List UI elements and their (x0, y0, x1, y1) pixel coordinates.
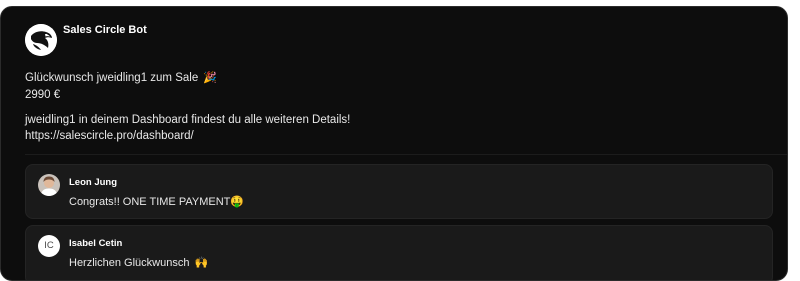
reply-author[interactable]: Isabel Cetin (69, 238, 122, 249)
reply-author[interactable]: Leon Jung (69, 177, 117, 188)
reply-message: Herzlichen Glückwunsch (69, 257, 190, 269)
reply-text: Congrats!! ONE TIME PAYMENT🤑 (69, 195, 244, 208)
message-line-dashboard: jweidling1 in deinem Dashboard findest d… (25, 114, 351, 126)
money-mouth-emoji-icon: 🤑 (230, 196, 245, 208)
divider (25, 154, 787, 155)
sale-amount: 2990 € (25, 89, 61, 101)
message-line-congrats: Glückwunsch jweidling1 zum Sale 🎉 (25, 70, 217, 86)
avatar[interactable] (38, 174, 60, 196)
raised-hands-emoji-icon: 🙌 (194, 257, 209, 269)
reply-text: Herzlichen Glückwunsch 🙌 (69, 256, 208, 269)
eagle-logo-icon[interactable] (25, 24, 57, 56)
reply-card[interactable]: IC Isabel Cetin Herzlichen Glückwunsch 🙌 (25, 225, 773, 280)
reply-card[interactable]: Leon Jung Congrats!! ONE TIME PAYMENT🤑 (25, 164, 773, 219)
dashboard-link[interactable]: https://salescircle.pro/dashboard/ (25, 128, 194, 144)
bot-name[interactable]: Sales Circle Bot (63, 24, 147, 36)
party-popper-emoji-icon: 🎉 (203, 72, 218, 84)
avatar[interactable]: IC (38, 235, 60, 257)
message-text: Glückwunsch jweidling1 zum Sale (25, 72, 199, 84)
bot-message-card: Sales Circle Bot Glückwunsch jweidling1 … (0, 6, 788, 281)
reply-message: Congrats!! ONE TIME PAYMENT (69, 196, 231, 208)
